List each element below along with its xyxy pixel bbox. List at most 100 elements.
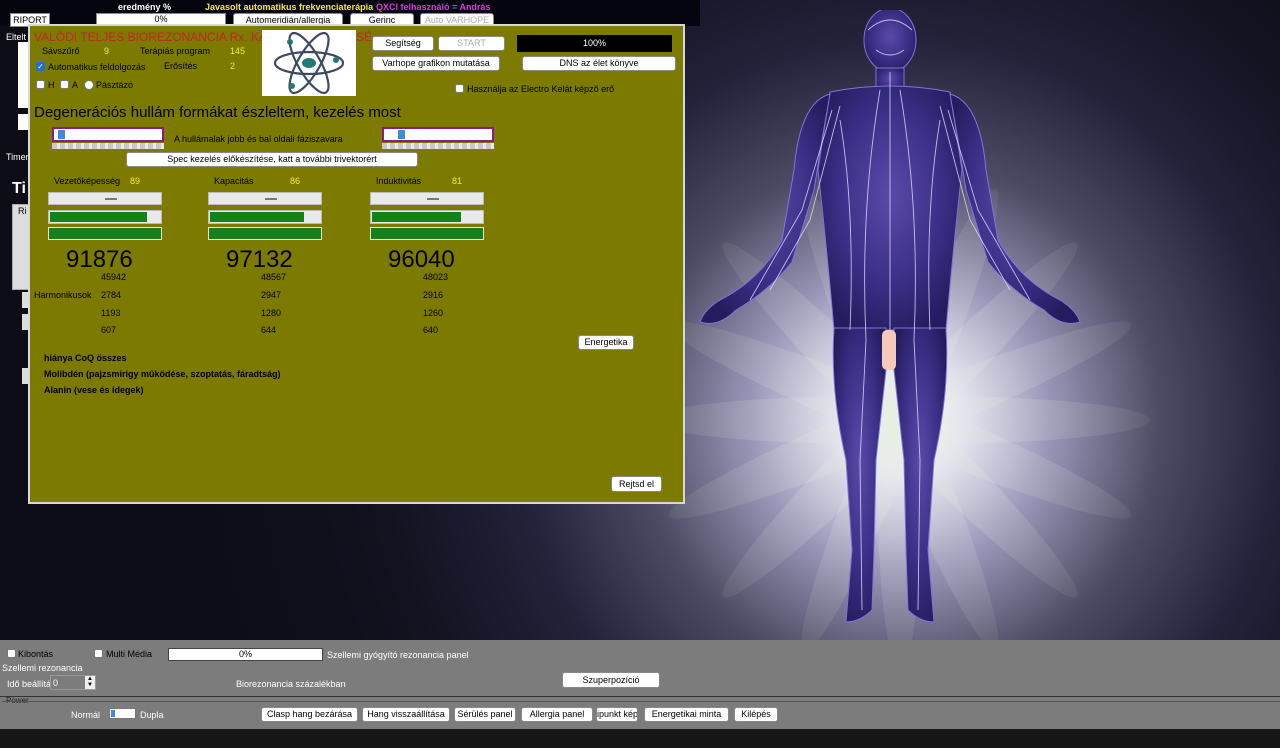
harmonic-value: 2916 (423, 290, 444, 300)
deficit-item: hiánya CoQ összes (44, 353, 127, 363)
bottom-action-button[interactable]: Kilépés (734, 707, 778, 722)
h-checkbox[interactable] (36, 80, 45, 89)
status-strip (0, 729, 1280, 748)
main-progress: 100% (517, 35, 672, 52)
panel-title: VALÓDI TELJES BIOREZONANCIA Rx. KA (34, 30, 267, 44)
multimedia-checkbox[interactable] (94, 649, 103, 658)
ri-fragment: Ri (18, 206, 27, 216)
human-body-figure (699, 10, 1081, 623)
column-full-bar (370, 227, 484, 240)
bottom-action-button[interactable]: Sérülés panel (454, 707, 516, 722)
spinner-arrows-icon[interactable]: ▲ ▼ (85, 676, 95, 689)
harmonic-value: 2947 (261, 290, 282, 300)
harmonic-value: 1280 (261, 308, 282, 318)
harmonic-value: 640 (423, 325, 439, 335)
kibontas-checkbox[interactable] (7, 649, 16, 658)
elteit-label: Eltelt (6, 32, 27, 42)
deficit-list: hiánya CoQ összes Molibdén (pajzsmirigy … (44, 350, 281, 398)
bottom-action-button[interactable]: ipunkt kép (596, 707, 638, 722)
varhope-button[interactable]: Varhope grafikon mutatása (372, 56, 500, 71)
multimedia-label: Multi Média (106, 649, 153, 659)
harmonic-value: 607 (101, 325, 117, 335)
pasztazo-radio[interactable] (84, 80, 94, 90)
bottom-action-button[interactable]: Energetikai minta (644, 707, 729, 722)
column-slider[interactable] (370, 192, 484, 205)
normal-dupla-toggle[interactable] (109, 708, 136, 719)
ido-value: 0 (53, 678, 59, 688)
column-full-bar (208, 227, 322, 240)
auto-label: Automatikus feldolgozás (48, 62, 146, 72)
szellemi-rez-label: Szellemi rezonancia (2, 663, 83, 673)
a-checkbox[interactable] (60, 80, 69, 89)
erosites-label: Erősítés (164, 61, 198, 71)
column-big-number: 91876 (66, 246, 133, 273)
spec-button[interactable]: Spec kezelés előkészítése, katt a tovább… (126, 152, 418, 167)
panel-title-tail: SÉ (356, 30, 373, 44)
normal-label: Normál (71, 710, 101, 720)
erosites-value: 2 (230, 61, 236, 71)
column-value: 81 (452, 176, 463, 186)
electro-label: Használja az Electro Kelát képző erő (467, 84, 615, 94)
bottom-action-button[interactable]: Allergia panel (521, 707, 593, 722)
szellemi-progress: 0% (168, 648, 323, 661)
h-label: H (48, 80, 55, 90)
bottom-action-button[interactable]: Clasp hang bezárása (261, 707, 358, 722)
ido-spinner[interactable]: 0 ▲ ▼ (50, 675, 96, 690)
ido-label: Idő beállítá (7, 679, 52, 689)
column-level-bar (208, 210, 322, 224)
terapias-label: Terápiás program (140, 46, 211, 56)
segitseg-button[interactable]: Segítség (372, 36, 434, 51)
savszuro-value: 9 (104, 46, 110, 56)
start-button[interactable]: START (438, 36, 505, 51)
column-level-bar (48, 210, 162, 224)
timer-label: Timer (6, 152, 29, 162)
szellemi-panel-label: Szellemi gyógyító rezonancia panel (327, 650, 469, 660)
deficit-item: Alanin (vese és idegek) (44, 385, 144, 395)
column-big-number: 97132 (226, 246, 293, 273)
atom-logo (262, 30, 356, 96)
biorezonancia-panel: VALÓDI TELJES BIOREZONANCIA Rx. KA SÉ Sá… (28, 24, 685, 504)
harmonic-value: 2784 (101, 290, 122, 300)
column-value: 89 (130, 176, 141, 186)
harmonic-value: 1193 (101, 308, 121, 318)
harmonic-value: 48567 (261, 272, 287, 282)
degeneration-heading: Degenerációs hullám formákat észleltem, … (34, 104, 401, 121)
eredmeny-label: eredmény % (118, 2, 172, 12)
phase-label: A hullámalak jobb és bal oldali fáziszav… (174, 134, 343, 144)
right-phase-slider[interactable] (382, 127, 494, 151)
user-label: QXCI felhasználó = András (376, 2, 491, 12)
rejtsd-el-button[interactable]: Rejtsd el (611, 476, 662, 492)
left-phase-slider[interactable] (52, 127, 164, 151)
kibontas-label: Kibontás (18, 649, 54, 659)
column-big-number: 96040 (388, 246, 455, 273)
suggested-label: Javasolt automatikus frekvenciaterápia (205, 2, 374, 12)
biorez-label: Biorezonancia százalékban (236, 679, 346, 689)
deficit-item: Molibdén (pajzsmirigy működése, szoptatá… (44, 369, 281, 379)
terapias-value: 145 (230, 46, 246, 56)
savszuro-label: Sávszűrő (42, 46, 80, 56)
auto-checkbox[interactable]: ✓ (36, 62, 45, 71)
pasztazo-label: Pásztázó (96, 80, 134, 90)
column-value: 86 (290, 176, 301, 186)
column-full-bar (48, 227, 162, 240)
column-level-bar (370, 210, 484, 224)
column-slider[interactable] (48, 192, 162, 205)
atom-icon (273, 31, 345, 95)
column-label: Induktivitás (376, 176, 422, 186)
column-slider[interactable] (208, 192, 322, 205)
column-label: Kapacitás (214, 176, 254, 186)
a-label: A (72, 80, 79, 90)
szuperpozicio-button[interactable]: Szuperpozíció (562, 672, 660, 688)
bottom-action-button[interactable]: Hang visszaállítása (362, 707, 450, 722)
ti-fragment: Ti (12, 180, 26, 197)
harmonic-value: 48023 (423, 272, 449, 282)
energetika-button[interactable]: Energetika (578, 335, 634, 350)
power-groupbox-line (2, 701, 1280, 702)
harmonic-value: 45942 (101, 272, 127, 282)
dupla-label: Dupla (140, 710, 164, 720)
harmonic-value: 644 (261, 325, 277, 335)
harmonikusok-label: Harmonikusok (34, 290, 92, 300)
harmonic-value: 1260 (423, 308, 444, 318)
dns-button[interactable]: DNS az élet könyve (522, 56, 676, 71)
electro-checkbox[interactable] (455, 84, 464, 93)
